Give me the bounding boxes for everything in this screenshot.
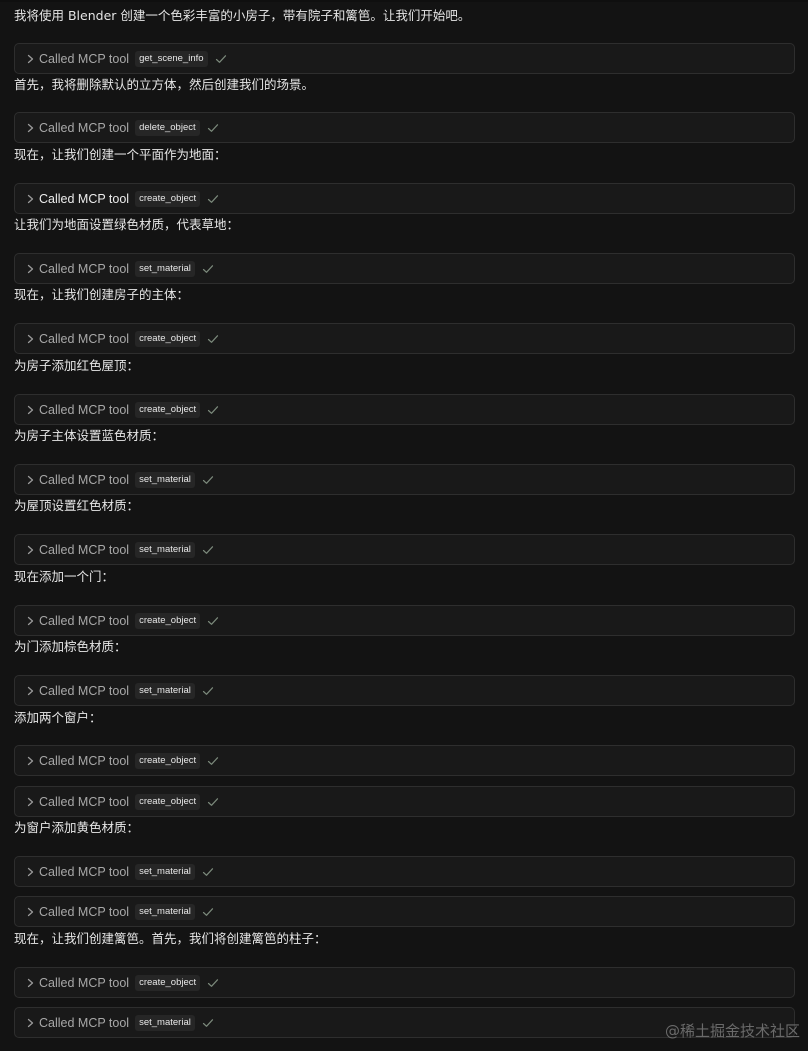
chat-transcript: 我将使用 Blender 创建一个色彩丰富的小房子，带有院子和篱笆。让我们开始吧…: [0, 0, 808, 1051]
chevron-right-icon[interactable]: [24, 796, 36, 808]
checkmark-icon: [207, 977, 219, 989]
tool-call-label: Called MCP tool: [39, 191, 130, 206]
checkmark-icon: [207, 122, 219, 134]
checkmark-icon: [202, 263, 214, 275]
tool-call-row[interactable]: Called MCP tool delete_object: [14, 112, 795, 143]
chevron-right-icon[interactable]: [24, 474, 36, 486]
checkmark-icon: [207, 615, 219, 627]
checkmark-icon: [207, 193, 219, 205]
tool-name-badge: create_object: [135, 330, 201, 347]
assistant-message: 我将使用 Blender 创建一个色彩丰富的小房子，带有院子和篱笆。让我们开始吧…: [14, 8, 471, 23]
tool-name-badge: set_material: [135, 471, 195, 488]
checkmark-icon: [202, 474, 214, 486]
tool-name-badge: delete_object: [135, 119, 200, 136]
chevron-right-icon[interactable]: [24, 53, 36, 65]
tool-call-row[interactable]: Called MCP tool create_object: [14, 394, 795, 425]
tool-call-label: Called MCP tool: [39, 904, 130, 919]
tool-call-row[interactable]: Called MCP tool create_object: [14, 745, 795, 776]
chevron-right-icon[interactable]: [24, 866, 36, 878]
tool-call-row[interactable]: Called MCP tool create_object: [14, 323, 795, 354]
tool-call-label: Called MCP tool: [39, 472, 130, 487]
assistant-message: 首先，我将删除默认的立方体，然后创建我们的场景。: [14, 77, 315, 92]
tool-name-badge: create_object: [135, 401, 201, 418]
tool-name-badge: set_material: [135, 863, 195, 880]
tool-name-badge: set_material: [135, 903, 195, 920]
chevron-right-icon[interactable]: [24, 404, 36, 416]
chevron-right-icon[interactable]: [24, 1017, 36, 1029]
tool-call-label: Called MCP tool: [39, 975, 130, 990]
tool-call-row[interactable]: Called MCP tool get_scene_info: [14, 43, 795, 74]
checkmark-icon: [202, 544, 214, 556]
chevron-right-icon[interactable]: [24, 906, 36, 918]
assistant-message: 为房子主体设置蓝色材质：: [14, 428, 165, 443]
assistant-message: 为门添加棕色材质：: [14, 639, 127, 654]
tool-call-label: Called MCP tool: [39, 753, 130, 768]
chevron-right-icon[interactable]: [24, 615, 36, 627]
assistant-message: 为屋顶设置红色材质：: [14, 498, 140, 513]
tool-call-row[interactable]: Called MCP tool create_object: [14, 967, 795, 998]
tool-call-row[interactable]: Called MCP tool create_object: [14, 605, 795, 636]
tool-call-label: Called MCP tool: [39, 683, 130, 698]
assistant-message: 让我们为地面设置绿色材质，代表草地：: [14, 217, 240, 232]
tool-call-row[interactable]: Called MCP tool set_material: [14, 253, 795, 284]
tool-call-label: Called MCP tool: [39, 402, 130, 417]
tool-call-label: Called MCP tool: [39, 542, 130, 557]
tool-name-badge: get_scene_info: [135, 50, 208, 67]
tool-call-label: Called MCP tool: [39, 120, 130, 135]
checkmark-icon: [207, 333, 219, 345]
tool-name-badge: create_object: [135, 612, 201, 629]
tool-call-row[interactable]: Called MCP tool set_material: [14, 534, 795, 565]
chevron-right-icon[interactable]: [24, 685, 36, 697]
tool-name-badge: create_object: [135, 793, 201, 810]
tool-call-row[interactable]: Called MCP tool set_material: [14, 896, 795, 927]
assistant-message: 现在，让我们创建一个平面作为地面：: [14, 147, 227, 162]
assistant-message: 现在，让我们创建篱笆。首先，我们将创建篱笆的柱子：: [14, 931, 327, 946]
chevron-right-icon[interactable]: [24, 263, 36, 275]
tool-name-badge: set_material: [135, 260, 195, 277]
assistant-message: 现在，让我们创建房子的主体：: [14, 287, 190, 302]
checkmark-icon: [207, 755, 219, 767]
checkmark-icon: [207, 796, 219, 808]
tool-call-label: Called MCP tool: [39, 51, 130, 66]
tool-name-badge: set_material: [135, 682, 195, 699]
tool-call-row[interactable]: Called MCP tool set_material: [14, 856, 795, 887]
tool-call-label: Called MCP tool: [39, 331, 130, 346]
assistant-message: 添加两个窗户：: [14, 710, 102, 725]
tool-call-label: Called MCP tool: [39, 261, 130, 276]
tool-call-label: Called MCP tool: [39, 864, 130, 879]
tool-call-label: Called MCP tool: [39, 613, 130, 628]
assistant-message: 为房子添加红色屋顶：: [14, 358, 140, 373]
tool-name-badge: set_material: [135, 541, 195, 558]
tool-name-badge: create_object: [135, 190, 201, 207]
chevron-right-icon[interactable]: [24, 333, 36, 345]
tool-call-row[interactable]: Called MCP tool create_object: [14, 183, 795, 214]
assistant-message: 现在添加一个门：: [14, 569, 115, 584]
chevron-right-icon[interactable]: [24, 193, 36, 205]
tool-name-badge: set_material: [135, 1014, 195, 1031]
checkmark-icon: [202, 685, 214, 697]
watermark: @稀土掘金技术社区: [664, 1022, 800, 1040]
chevron-right-icon[interactable]: [24, 544, 36, 556]
checkmark-icon: [207, 404, 219, 416]
checkmark-icon: [202, 906, 214, 918]
tool-name-badge: create_object: [135, 974, 201, 991]
chevron-right-icon[interactable]: [24, 122, 36, 134]
tool-call-label: Called MCP tool: [39, 794, 130, 809]
tool-call-row[interactable]: Called MCP tool create_object: [14, 786, 795, 817]
assistant-message: 为窗户添加黄色材质：: [14, 820, 140, 835]
tool-call-row[interactable]: Called MCP tool set_material: [14, 675, 795, 706]
tool-name-badge: create_object: [135, 752, 201, 769]
chevron-right-icon[interactable]: [24, 755, 36, 767]
checkmark-icon: [202, 1017, 214, 1029]
chevron-right-icon[interactable]: [24, 977, 36, 989]
checkmark-icon: [215, 53, 227, 65]
checkmark-icon: [202, 866, 214, 878]
tool-call-row[interactable]: Called MCP tool set_material: [14, 464, 795, 495]
tool-call-label: Called MCP tool: [39, 1015, 130, 1030]
